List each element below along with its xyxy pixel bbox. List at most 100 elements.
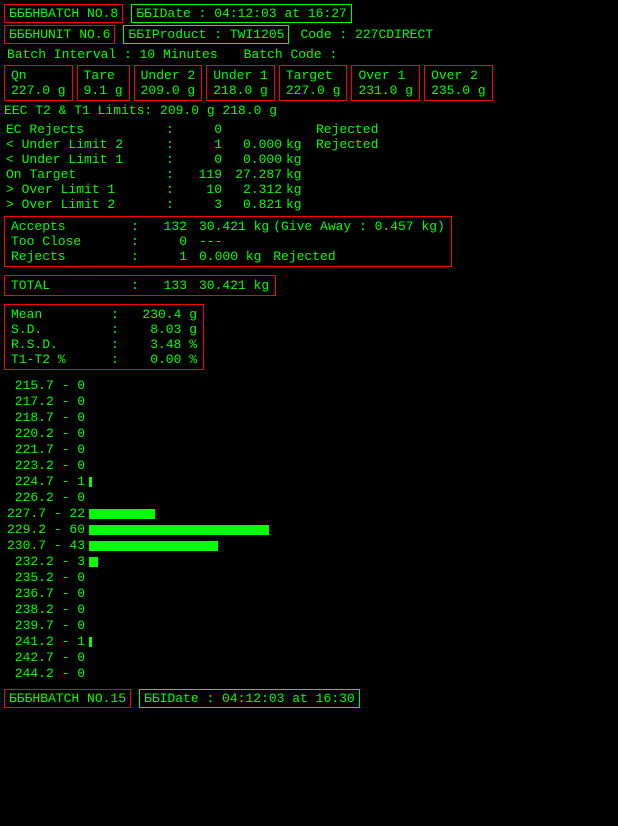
histogram-row: 217.2 - 0 [4, 394, 614, 409]
stat-label: < Under Limit 2 [4, 137, 164, 152]
hist-bar [89, 477, 92, 487]
over2-value: 235.0 g [431, 83, 486, 98]
footer-row: БББНBATCH NO.15 ББІDate : 04:12:03 at 16… [4, 689, 614, 708]
accepts-value: 0 [149, 234, 189, 249]
hist-range-label: 239.7 - 0 [4, 618, 89, 633]
accepts-rejects-table: Accepts : 132 30.421 kg (Give Away : 0.4… [9, 219, 447, 264]
accepts-kg: 0.000 kg [189, 249, 271, 264]
accepts-colon: : [129, 234, 149, 249]
total-section: TOTAL : 133 30.421 kg [4, 275, 276, 296]
batch-code: Batch Code : [241, 46, 341, 63]
metric-colon: : [109, 337, 129, 352]
hist-bar [89, 509, 155, 519]
header-row-1: БББНBATCH NO.8 ББІDate : 04:12:03 at 16:… [4, 4, 614, 23]
histogram-row: 221.7 - 0 [4, 442, 614, 457]
stat-colon: : [164, 152, 184, 167]
stat-status: Rejected [314, 137, 614, 152]
histogram-row: 223.2 - 0 [4, 458, 614, 473]
hist-range-label: 242.7 - 0 [4, 650, 89, 665]
histogram-row: 227.7 - 22 [4, 506, 614, 521]
accepts-colon: : [129, 219, 149, 234]
stat-kgunit: kg [284, 137, 314, 152]
stat-kgunit: kg [284, 197, 314, 212]
histogram-row: 218.7 - 0 [4, 410, 614, 425]
accepts-kg: --- [189, 234, 271, 249]
stats-row: < Under Limit 1 : 0 0.000 kg [4, 152, 614, 167]
target-value: 227.0 g [286, 83, 341, 98]
batch-no-label: БББНBATCH NO.8 [4, 4, 123, 23]
stat-value: 1 [184, 137, 224, 152]
metric-row: Mean : 230.4 g [9, 307, 199, 322]
stat-label: < Under Limit 1 [4, 152, 164, 167]
stat-colon: : [164, 137, 184, 152]
stat-status [314, 167, 614, 182]
accepts-value: 132 [149, 219, 189, 234]
metrics-section: Mean : 230.4 g S.D. : 8.03 g R.S.D. : 3.… [4, 304, 204, 370]
stats-table: EC Rejects : 0 Rejected < Under Limit 2 … [4, 122, 614, 212]
stat-status [314, 182, 614, 197]
metric-row: T1-T2 % : 0.00 % [9, 352, 199, 367]
histogram-row: 220.2 - 0 [4, 426, 614, 441]
stat-kg: 0.000 [224, 137, 284, 152]
histogram-row: 242.7 - 0 [4, 650, 614, 665]
histogram-row: 244.2 - 0 [4, 666, 614, 681]
eec-text: EEC T2 & T1 Limits: 209.0 g 218.0 g [4, 103, 277, 118]
total-value: 133 [149, 278, 189, 293]
stat-label: > Over Limit 1 [4, 182, 164, 197]
hist-range-label: 235.2 - 0 [4, 570, 89, 585]
accepts-row: Rejects : 1 0.000 kg Rejected [9, 249, 447, 264]
hist-range-label: 244.2 - 0 [4, 666, 89, 681]
accepts-row: Too Close : 0 --- [9, 234, 447, 249]
total-table: TOTAL : 133 30.421 kg [9, 278, 271, 293]
hist-range-label: 223.2 - 0 [4, 458, 89, 473]
product-label: ББІProduct : TWI1205 [123, 25, 289, 44]
batch-interval-row: Batch Interval : 10 Minutes Batch Code : [4, 46, 614, 63]
footer-date-label: ББІDate : 04:12:03 at 16:30 [139, 689, 360, 708]
qn-field: Qn 227.0 g [4, 65, 73, 101]
stat-status [314, 197, 614, 212]
hist-range-label: 220.2 - 0 [4, 426, 89, 441]
accepts-extra: Rejected [271, 249, 447, 264]
target-field: Target 227.0 g [279, 65, 348, 101]
accepts-label: Rejects [9, 249, 129, 264]
date-label: ББІDate : 04:12:03 at 16:27 [131, 4, 352, 23]
stat-status [314, 152, 614, 167]
stat-kgunit: kg [284, 152, 314, 167]
over2-label: Over 2 [431, 68, 486, 83]
histogram-row: 230.7 - 43 [4, 538, 614, 553]
stat-colon: : [164, 182, 184, 197]
stats-row: < Under Limit 2 : 1 0.000 kg Rejected [4, 137, 614, 152]
under1-label: Under 1 [213, 68, 268, 83]
metric-label: T1-T2 % [9, 352, 109, 367]
accepts-extra [271, 234, 447, 249]
stats-row: > Over Limit 1 : 10 2.312 kg [4, 182, 614, 197]
hist-bar [89, 541, 218, 551]
over1-value: 231.0 g [358, 83, 413, 98]
stat-value: 119 [184, 167, 224, 182]
eec-row: EEC T2 & T1 Limits: 209.0 g 218.0 g [4, 103, 614, 118]
tare-value: 9.1 g [84, 83, 123, 98]
stat-label: EC Rejects [4, 122, 164, 137]
histogram-row: 224.7 - 1 [4, 474, 614, 489]
histogram-row: 239.7 - 0 [4, 618, 614, 633]
accepts-row: Accepts : 132 30.421 kg (Give Away : 0.4… [9, 219, 447, 234]
hist-range-label: 232.2 - 3 [4, 554, 89, 569]
hist-range-label: 226.2 - 0 [4, 490, 89, 505]
stat-kg [224, 122, 284, 137]
hist-bar [89, 557, 98, 567]
histogram-row: 226.2 - 0 [4, 490, 614, 505]
histogram-row: 236.7 - 0 [4, 586, 614, 601]
stat-kgunit: kg [284, 182, 314, 197]
metric-colon: : [109, 352, 129, 367]
metric-value: 0.00 % [129, 352, 199, 367]
stats-row: On Target : 119 27.287 kg [4, 167, 614, 182]
total-colon: : [129, 278, 149, 293]
metric-colon: : [109, 307, 129, 322]
hist-range-label: 238.2 - 0 [4, 602, 89, 617]
stat-kg: 0.821 [224, 197, 284, 212]
histogram-row: 235.2 - 0 [4, 570, 614, 585]
over1-field: Over 1 231.0 g [351, 65, 420, 101]
qn-value: 227.0 g [11, 83, 66, 98]
hist-range-label: 218.7 - 0 [4, 410, 89, 425]
accepts-value: 1 [149, 249, 189, 264]
